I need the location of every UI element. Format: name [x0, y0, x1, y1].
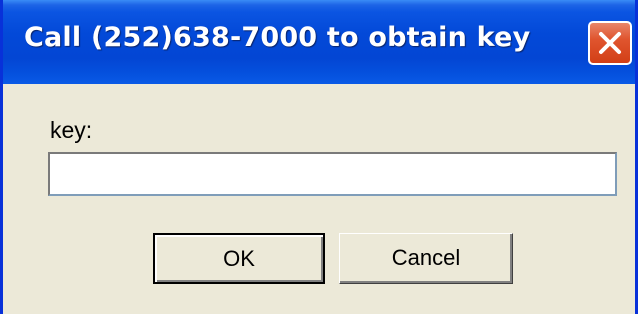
- close-icon: [599, 32, 621, 54]
- key-input[interactable]: [48, 152, 617, 196]
- ok-button[interactable]: OK: [153, 233, 325, 284]
- title-bar[interactable]: Call (252)638-7000 to obtain key: [3, 0, 635, 84]
- dialog-title: Call (252)638-7000 to obtain key: [24, 22, 531, 53]
- key-label: key:: [50, 117, 93, 143]
- cancel-button[interactable]: Cancel: [339, 233, 513, 284]
- dialog-window: Call (252)638-7000 to obtain key key: OK…: [0, 0, 638, 314]
- close-button[interactable]: [588, 21, 632, 65]
